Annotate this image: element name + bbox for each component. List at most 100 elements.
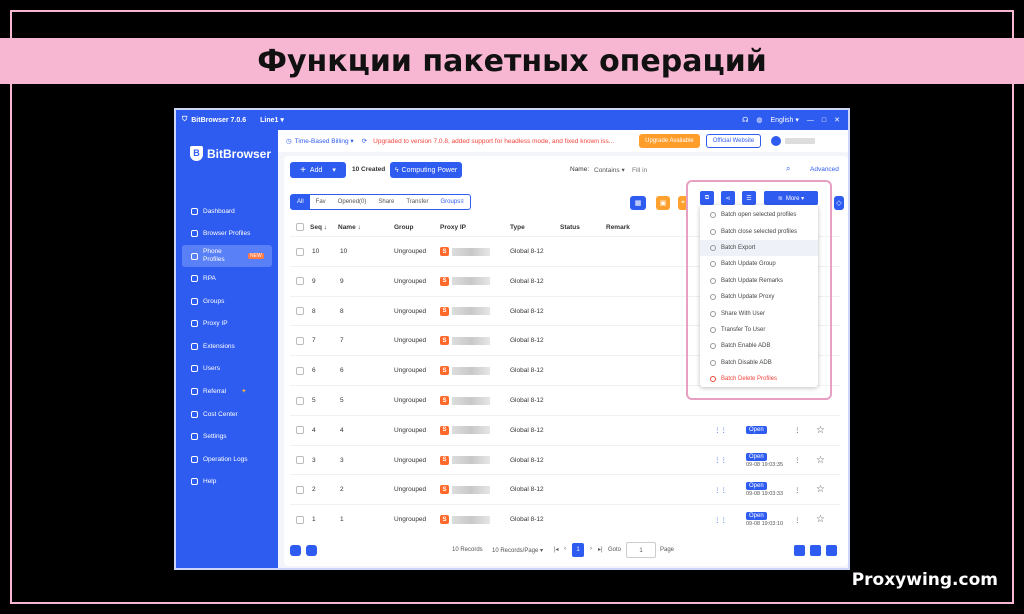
expand-icon[interactable]: ◇ bbox=[834, 196, 844, 210]
star-icon[interactable]: ☆ bbox=[816, 505, 825, 534]
table-row[interactable]: 3 3 Ungrouped S Global 8-12 ⋮⋮ Open 09-08 19:03… bbox=[290, 444, 840, 475]
row-check[interactable] bbox=[296, 396, 304, 405]
row-checkbox[interactable] bbox=[296, 267, 304, 296]
sidebar-item-operation-logs[interactable]: Operation Logs bbox=[182, 448, 272, 471]
open-button[interactable]: Open bbox=[746, 425, 767, 434]
row-menu-icon[interactable]: ⋮⋮ bbox=[714, 505, 727, 534]
first-page-icon[interactable]: |◂ bbox=[554, 546, 559, 553]
more-actions-icon[interactable]: ⋮ bbox=[794, 416, 801, 445]
tab-transfer[interactable]: Transfer bbox=[400, 195, 434, 209]
match-selector[interactable]: Contains ▾ bbox=[594, 166, 625, 174]
row-checkbox[interactable] bbox=[296, 475, 304, 504]
row-menu-icon[interactable]: ⋮⋮ bbox=[714, 416, 727, 445]
website-button[interactable]: Official Website bbox=[705, 134, 762, 148]
more-actions-icon[interactable]: ⋮ bbox=[794, 446, 801, 475]
row-name[interactable]: 9 bbox=[340, 267, 344, 296]
open-button[interactable]: Open bbox=[746, 512, 767, 521]
sidebar-item-settings[interactable]: Settings bbox=[182, 425, 272, 448]
row-check[interactable] bbox=[296, 366, 304, 375]
more-button[interactable]: ≋ More ▾ bbox=[764, 191, 818, 205]
row-name[interactable]: 10 bbox=[340, 237, 347, 266]
batch-window-button[interactable]: ⧉ bbox=[700, 191, 714, 205]
row-name[interactable]: 5 bbox=[340, 386, 344, 415]
sidebar-item-referral[interactable]: Referral ✦ bbox=[182, 380, 272, 403]
next-page-icon[interactable]: › bbox=[590, 546, 592, 552]
table-row[interactable]: 1 1 Ungrouped S Global 8-12 ⋮⋮ Open 09-08 19:03… bbox=[290, 504, 840, 534]
row-menu-icon[interactable]: ⋮⋮ bbox=[714, 446, 727, 475]
prev-page-icon[interactable]: ‹ bbox=[564, 546, 566, 552]
settings-round-icon[interactable] bbox=[290, 545, 301, 556]
open-button[interactable]: Open bbox=[746, 452, 767, 461]
row-name[interactable]: 6 bbox=[340, 356, 344, 385]
scroll-up-icon[interactable] bbox=[826, 545, 837, 556]
maximize-icon[interactable]: □ bbox=[822, 117, 826, 124]
search-icon[interactable]: ⌕ bbox=[786, 164, 790, 174]
sidebar-item-users[interactable]: Users bbox=[182, 358, 272, 381]
row-checkbox[interactable] bbox=[296, 237, 304, 266]
refresh-icon[interactable]: ⟳ bbox=[362, 137, 367, 145]
row-name[interactable]: 8 bbox=[340, 297, 344, 326]
row-checkbox[interactable] bbox=[296, 416, 304, 445]
row-check[interactable] bbox=[296, 485, 304, 494]
row-check[interactable] bbox=[296, 247, 304, 256]
row-check[interactable] bbox=[296, 456, 304, 465]
tab-share[interactable]: Share bbox=[372, 195, 400, 209]
row-name[interactable]: 1 bbox=[340, 505, 344, 534]
language-selector[interactable]: English ▾ bbox=[770, 116, 798, 124]
avatar[interactable] bbox=[771, 136, 782, 146]
menu-item-share-user[interactable]: Share With User bbox=[700, 305, 818, 321]
current-page[interactable]: 1 bbox=[572, 543, 584, 557]
page-size-selector[interactable]: 10 Records/Page ▾ bbox=[492, 547, 543, 554]
menu-item-update-remarks[interactable]: Batch Update Remarks bbox=[700, 273, 818, 289]
sidebar-item-browser-profiles[interactable]: Browser Profiles bbox=[182, 223, 272, 246]
tab-fav[interactable]: Fav bbox=[310, 195, 332, 209]
minimize-icon[interactable]: — bbox=[807, 117, 814, 124]
add-button[interactable]: + Add ▾ bbox=[290, 162, 346, 178]
more-actions-icon[interactable]: ⋮ bbox=[794, 475, 801, 504]
star-icon[interactable]: ☆ bbox=[816, 475, 825, 504]
sidebar-item-rpa[interactable]: RPA bbox=[182, 267, 272, 290]
row-check[interactable] bbox=[296, 277, 304, 286]
row-check[interactable] bbox=[296, 426, 304, 435]
row-check[interactable] bbox=[296, 336, 304, 345]
menu-item-disable-adb[interactable]: Batch Disable ADB bbox=[700, 355, 818, 371]
more-actions-icon[interactable]: ⋮ bbox=[794, 505, 801, 534]
header-checkbox[interactable] bbox=[296, 218, 304, 236]
scroll-down-icon[interactable] bbox=[794, 545, 805, 556]
sidebar-item-phone-profiles[interactable]: Phone Profiles NEW bbox=[182, 245, 272, 268]
last-page-icon[interactable]: ▸| bbox=[598, 546, 603, 553]
menu-item-batch-open[interactable]: Batch open selected profiles bbox=[700, 207, 818, 223]
billing-selector[interactable]: Time-Based Billing ▾ bbox=[295, 137, 354, 145]
menu-item-batch-close[interactable]: Batch close selected profiles bbox=[700, 223, 818, 239]
row-checkbox[interactable] bbox=[296, 386, 304, 415]
menu-item-delete-profiles[interactable]: Batch Delete Profiles bbox=[700, 371, 818, 387]
sidebar-item-cost-center[interactable]: Cost Center bbox=[182, 403, 272, 426]
menu-item-update-proxy[interactable]: Batch Update Proxy bbox=[700, 289, 818, 305]
menu-item-enable-adb[interactable]: Batch Enable ADB bbox=[700, 338, 818, 354]
share-icon[interactable]: ⋖ bbox=[721, 191, 735, 205]
sidebar-item-dashboard[interactable]: Dashboard bbox=[182, 200, 272, 223]
row-name[interactable]: 4 bbox=[340, 416, 344, 445]
sidebar-item-groups[interactable]: Groups bbox=[182, 290, 272, 313]
header-name[interactable]: Name ↓ bbox=[338, 218, 361, 236]
upgrade-button[interactable]: Upgrade Available bbox=[639, 134, 700, 148]
row-name[interactable]: 3 bbox=[340, 446, 344, 475]
search-input[interactable] bbox=[632, 162, 782, 178]
table-row[interactable]: 4 4 Ungrouped S Global 8-12 ⋮⋮ Open ⋮ ☆ bbox=[290, 414, 840, 445]
sidebar-item-extensions[interactable]: Extensions bbox=[182, 335, 272, 358]
sidebar-item-help[interactable]: Help bbox=[182, 471, 272, 494]
goto-input[interactable]: 1 bbox=[626, 542, 656, 558]
close-icon[interactable]: ✕ bbox=[834, 116, 840, 124]
menu-item-transfer-user[interactable]: Transfer To User bbox=[700, 322, 818, 338]
scroll-middle-icon[interactable] bbox=[810, 545, 821, 556]
menu-item-batch-export[interactable]: Batch Export bbox=[700, 239, 818, 257]
orange-tool-icon[interactable]: ▣ bbox=[656, 196, 670, 210]
star-icon[interactable]: ☆ bbox=[816, 416, 825, 445]
block-round-icon[interactable] bbox=[306, 545, 317, 556]
layout-icon[interactable]: ▦ bbox=[630, 196, 646, 210]
row-menu-icon[interactable]: ⋮⋮ bbox=[714, 475, 727, 504]
row-checkbox[interactable] bbox=[296, 446, 304, 475]
row-name[interactable]: 7 bbox=[340, 326, 344, 355]
row-check[interactable] bbox=[296, 515, 304, 524]
row-check[interactable] bbox=[296, 307, 304, 316]
